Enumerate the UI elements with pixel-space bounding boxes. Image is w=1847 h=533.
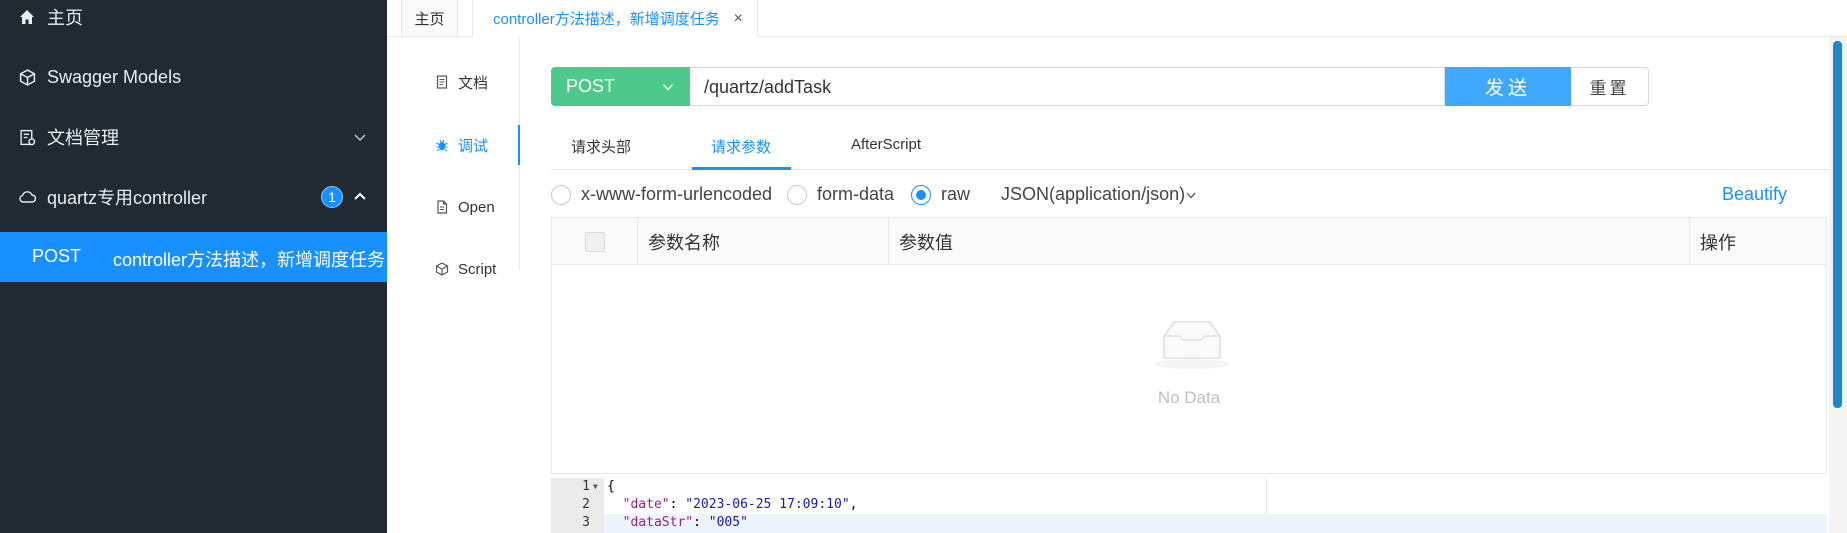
cube-icon bbox=[18, 68, 36, 86]
document-icon bbox=[436, 75, 448, 89]
method-select[interactable]: POST bbox=[551, 67, 690, 106]
tab-bar: 主页 controller方法描述，新增调度任务 × bbox=[387, 0, 1847, 37]
chevron-down-icon bbox=[1186, 192, 1196, 198]
nav-item-label: 调试 bbox=[458, 137, 489, 155]
column-header: 参数名称 bbox=[638, 218, 889, 265]
json-code-editor[interactable]: 1 ▼ 2 3 { "date": "2023-06-25 17:09:10",… bbox=[551, 478, 1827, 533]
content-type-value: JSON(application/json) bbox=[1001, 184, 1186, 204]
sidebar-api-item-active[interactable]: POST controller方法描述，新增调度任务 bbox=[0, 232, 387, 282]
empty-box-icon bbox=[1154, 321, 1230, 369]
radio-urlencoded[interactable]: x-www-form-urlencoded bbox=[551, 184, 772, 205]
tab-request-params[interactable]: 请求参数 bbox=[711, 136, 771, 157]
nav-item-open[interactable]: Open bbox=[387, 187, 520, 227]
select-all-checkbox[interactable] bbox=[584, 231, 605, 252]
column-header: 参数值 bbox=[889, 218, 1690, 265]
nav-item-label: 文档 bbox=[458, 74, 489, 92]
sidebar-item-home[interactable]: 主页 bbox=[0, 0, 387, 47]
chevron-down-icon bbox=[662, 84, 674, 91]
line-number: 1 bbox=[582, 479, 590, 494]
sidebar-item-label: Swagger Models bbox=[47, 66, 182, 87]
sidebar-item-swagger-models[interactable]: Swagger Models bbox=[0, 47, 387, 107]
sidebar-item-doc-management[interactable]: 文档管理 bbox=[0, 107, 387, 167]
close-icon[interactable]: × bbox=[734, 10, 743, 28]
sidebar-item-label: 主页 bbox=[47, 8, 83, 28]
code-line: { bbox=[607, 479, 615, 494]
print-margin bbox=[1266, 478, 1267, 514]
sidebar-item-quartz-controller[interactable]: quartz专用controller 1 bbox=[0, 167, 387, 227]
request-subtabs: 请求头部 请求参数 AfterScript bbox=[551, 120, 1830, 170]
tab-current-api[interactable]: controller方法描述，新增调度任务 × bbox=[472, 0, 758, 37]
sidebar-item-label: 文档管理 bbox=[47, 128, 119, 148]
nav-item-doc[interactable]: 文档 bbox=[387, 62, 520, 102]
fold-arrow-icon[interactable]: ▼ bbox=[593, 482, 598, 491]
radio-circle bbox=[551, 184, 571, 205]
api-method-label: POST bbox=[32, 246, 82, 266]
doc-settings-icon bbox=[18, 128, 36, 146]
method-value: POST bbox=[566, 76, 616, 96]
home-icon bbox=[18, 8, 36, 26]
nav-item-label: Script bbox=[458, 260, 497, 278]
sidebar: 主页 Swagger Models 文档管理 quartz专用controlle… bbox=[0, 0, 387, 533]
tab-home[interactable]: 主页 bbox=[401, 0, 458, 37]
active-line-highlight bbox=[604, 514, 1827, 533]
line-number: 3 bbox=[582, 515, 590, 530]
radio-form-data[interactable]: form-data bbox=[787, 184, 894, 205]
chevron-down-icon bbox=[354, 134, 366, 142]
reset-button[interactable]: 重置 bbox=[1571, 67, 1649, 106]
column-header: 操作 bbox=[1700, 232, 1736, 253]
api-title-label: controller方法描述，新增调度任务 bbox=[113, 250, 386, 270]
cloud-icon bbox=[18, 188, 36, 206]
nav-item-debug[interactable]: 调试 bbox=[387, 125, 520, 165]
chevron-up-icon bbox=[354, 192, 366, 200]
page-scrollbar[interactable] bbox=[1829, 37, 1847, 533]
tab-afterscript[interactable]: AfterScript bbox=[851, 136, 921, 153]
radio-label: form-data bbox=[817, 184, 895, 204]
count-badge: 1 bbox=[321, 186, 343, 208]
tab-request-headers[interactable]: 请求头部 bbox=[571, 136, 631, 157]
beautify-button[interactable]: Beautify bbox=[1722, 184, 1787, 205]
send-button[interactable]: 发送 bbox=[1445, 67, 1571, 106]
radio-circle-selected bbox=[911, 184, 931, 205]
radio-label: x-www-form-urlencoded bbox=[581, 184, 773, 204]
api-inner-nav: 文档 调试 Open Script bbox=[387, 37, 520, 278]
radio-raw[interactable]: raw bbox=[911, 184, 970, 205]
active-tab-indicator bbox=[692, 167, 791, 170]
empty-text: No Data bbox=[1157, 388, 1221, 407]
tab-label: 主页 bbox=[414, 10, 445, 28]
code-line: "date": "2023-06-25 17:09:10", bbox=[622, 497, 858, 512]
editor-gutter: 1 ▼ 2 3 bbox=[551, 478, 604, 533]
nav-item-label: Open bbox=[458, 198, 495, 216]
file-icon bbox=[437, 200, 448, 214]
url-input[interactable]: /quartz/addTask bbox=[690, 67, 1445, 106]
radio-circle bbox=[787, 184, 807, 205]
code-line: "dataStr": "005" bbox=[622, 515, 748, 530]
param-table: 参数名称 参数值 操作 No Data bbox=[551, 217, 1827, 474]
content-type-select[interactable]: JSON(application/json) bbox=[1001, 184, 1197, 205]
bug-icon bbox=[436, 139, 448, 152]
code-icon bbox=[435, 262, 449, 276]
line-number: 2 bbox=[582, 497, 590, 512]
body-type-radios: x-www-form-urlencoded form-data raw JSON… bbox=[551, 180, 1831, 210]
nav-item-script[interactable]: Script bbox=[387, 249, 520, 289]
radio-label: raw bbox=[941, 184, 971, 204]
sidebar-item-label: quartz专用controller bbox=[47, 188, 208, 208]
tab-label: controller方法描述，新增调度任务 bbox=[493, 10, 720, 28]
table-header: 参数名称 参数值 操作 bbox=[552, 218, 1826, 265]
select-all-cell bbox=[552, 218, 638, 265]
scrollbar-thumb[interactable] bbox=[1833, 41, 1842, 408]
